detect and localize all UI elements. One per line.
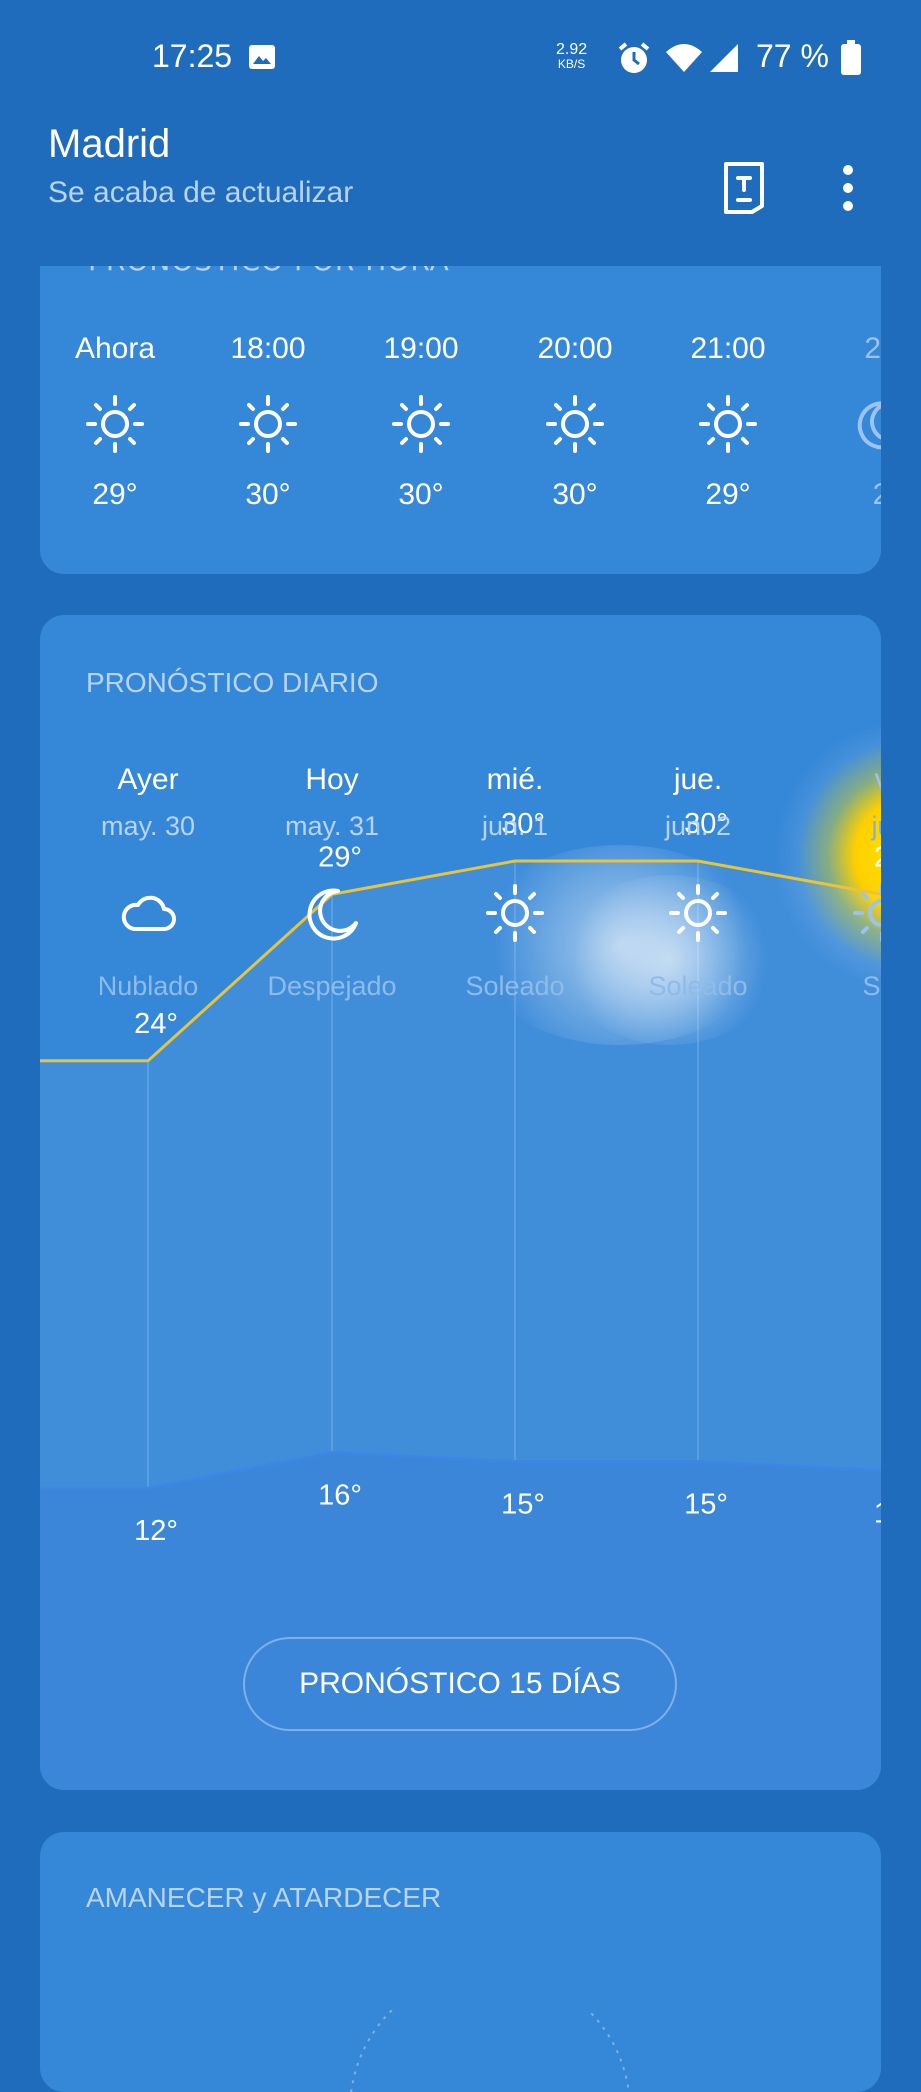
low-temp-label: 15° bbox=[684, 1489, 728, 1521]
daily-forecast-card[interactable]: PRONÓSTICO DIARIO 24° 29° 30° 30° 29 12°… bbox=[40, 615, 881, 1790]
more-vertical-icon[interactable] bbox=[830, 160, 866, 216]
status-bar: 17:25 2.92 KB/S 77 % bbox=[0, 0, 921, 110]
sunrise-sunset-title: AMANECER y ATARDECER bbox=[86, 1882, 442, 1913]
city-name: Madrid bbox=[48, 122, 171, 166]
sun-icon bbox=[853, 884, 881, 942]
moon-icon bbox=[307, 888, 358, 941]
update-status: Se acaba de actualizar bbox=[48, 176, 354, 209]
high-temp-label: 29° bbox=[318, 841, 362, 873]
cloud-icon bbox=[121, 895, 176, 931]
hourly-forecast-card[interactable]: PRONÓSTICO POR HORA Ahora 29° 18:00 30° bbox=[40, 266, 881, 574]
sun-icon bbox=[86, 395, 144, 453]
sun-icon bbox=[699, 395, 757, 453]
low-temp-label: 12° bbox=[134, 1515, 178, 1547]
sun-icon bbox=[546, 395, 604, 453]
high-temp-label: 29 bbox=[874, 841, 881, 873]
sunrise-sunset-card[interactable]: AMANECER y ATARDECER bbox=[40, 1832, 881, 2092]
sun-icon bbox=[486, 884, 544, 942]
sun-icon bbox=[669, 884, 727, 942]
wifi-icon bbox=[666, 44, 702, 72]
low-temp-label: 16° bbox=[318, 1480, 362, 1512]
sun-arc bbox=[350, 2010, 630, 2092]
network-speed: 2.92 KB/S bbox=[556, 41, 588, 72]
hourly-title: PRONÓSTICO POR HORA bbox=[88, 266, 450, 277]
temperature-area bbox=[40, 861, 881, 1489]
battery-icon bbox=[841, 40, 861, 75]
sun-icon bbox=[239, 395, 297, 453]
moon-icon bbox=[857, 401, 881, 450]
low-temp-label: 14 bbox=[874, 1497, 881, 1529]
low-temp-label: 15° bbox=[501, 1489, 545, 1521]
document-icon[interactable] bbox=[720, 160, 768, 216]
low-temperature-band bbox=[40, 1452, 881, 1790]
signal-icon bbox=[710, 44, 738, 72]
battery-percent: 77 % bbox=[756, 38, 829, 74]
image-icon bbox=[249, 45, 275, 69]
alarm-icon bbox=[618, 42, 650, 73]
high-temp-label: 24° bbox=[134, 1008, 178, 1040]
fifteen-day-forecast-button[interactable]: PRONÓSTICO 15 DÍAS bbox=[243, 1637, 677, 1731]
sun-icon bbox=[392, 395, 450, 453]
status-time: 17:25 bbox=[152, 38, 233, 74]
